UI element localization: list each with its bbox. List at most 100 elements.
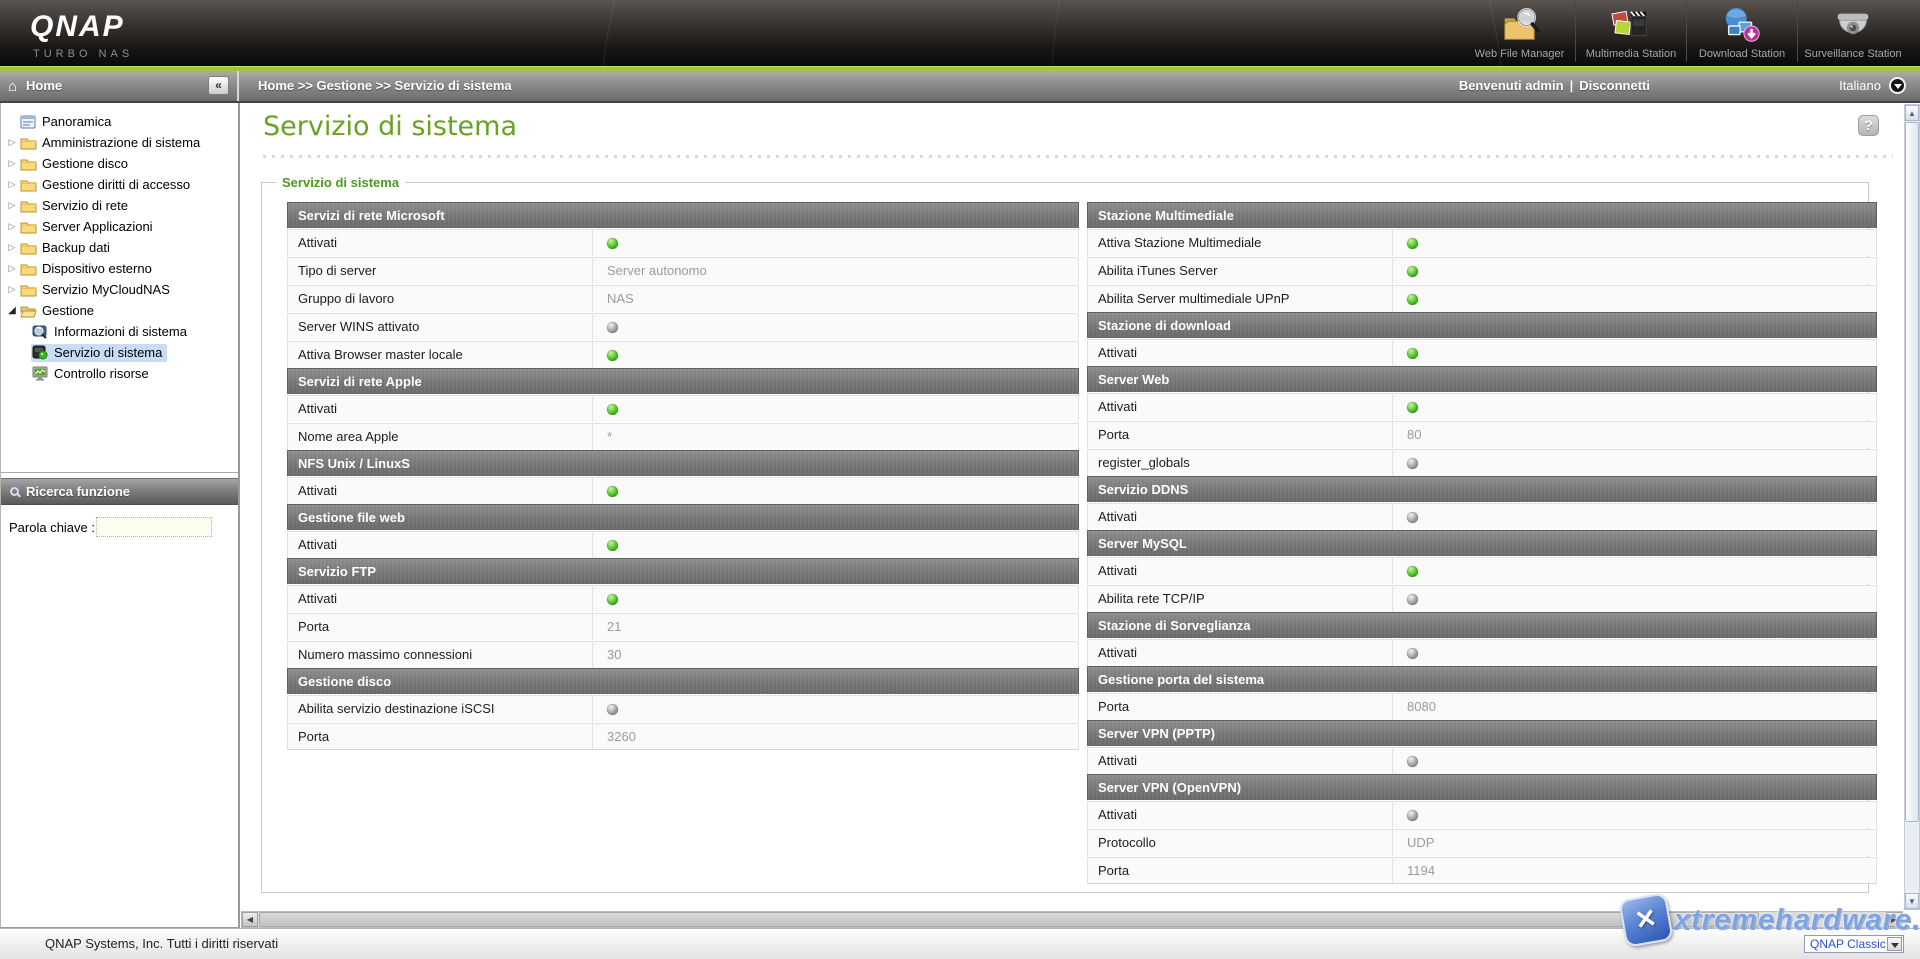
service-table-left: Servizi di rete Microsoft Attivati Tipo di… xyxy=(287,202,1079,750)
service-row: Abilita Server multimediale UPnP xyxy=(1087,285,1877,312)
vertical-scrollbar[interactable]: ▲ ▼ xyxy=(1904,104,1920,910)
sidebar-collapse-button[interactable]: « xyxy=(208,76,229,95)
station-download-station[interactable]: Download Station xyxy=(1686,0,1797,62)
service-row-value xyxy=(1393,450,1876,476)
sidebar-item-gestione-disco[interactable]: ▷Gestione disco xyxy=(1,153,238,174)
service-row: Attivati xyxy=(1087,747,1877,774)
service-row: Porta8080 xyxy=(1087,693,1877,720)
main-content: Servizio di sistema ? Servizio di sistem… xyxy=(241,103,1903,911)
horizontal-scrollbar[interactable]: ◀ ▶ xyxy=(241,911,1903,928)
service-row-value xyxy=(1393,558,1876,584)
language-selector[interactable]: Italiano xyxy=(1839,77,1906,94)
session-divider: | xyxy=(1570,78,1574,93)
station-label: Download Station xyxy=(1699,48,1785,60)
keyword-input[interactable] xyxy=(96,517,212,537)
sidebar-item-server-applicazioni[interactable]: ▷Server Applicazioni xyxy=(1,216,238,237)
dotted-separator xyxy=(263,155,1893,159)
sidebar-item-amministrazione-di-sistema[interactable]: ▷ Amministrazione di sistema xyxy=(1,132,238,153)
status-led-off-icon xyxy=(1407,594,1418,605)
service-row-value xyxy=(593,532,1078,558)
expand-icon[interactable]: ▷ xyxy=(5,179,19,190)
service-table-right: Stazione MultimedialeAttiva Stazione Mul… xyxy=(1087,202,1877,884)
service-row-label: Attiva Browser master locale xyxy=(288,342,593,368)
page-title: Servizio di sistema xyxy=(263,111,517,142)
expand-icon[interactable]: ▷ xyxy=(5,158,19,169)
tree-item-label: Informazioni di sistema xyxy=(54,324,187,339)
tree-item-label: Controllo risorse xyxy=(54,366,149,381)
sidebar-item-backup-dati[interactable]: ▷Backup dati xyxy=(1,237,238,258)
sidebar-item-informazioni-di-sistema[interactable]: Informazioni di sistema xyxy=(1,321,238,342)
sidebar-item-dispositivo-esterno[interactable]: ▷Dispositivo esterno xyxy=(1,258,238,279)
tree-label-wrap: Controllo risorse xyxy=(31,365,154,383)
station-multimedia-station[interactable]: Multimedia Station xyxy=(1575,0,1686,62)
folder-icon xyxy=(19,135,37,151)
scroll-up-icon[interactable]: ▲ xyxy=(1905,105,1919,121)
section-header-servizi-di-rete-microsoft: Servizi di rete Microsoft xyxy=(287,202,1079,228)
expand-icon[interactable]: ▷ xyxy=(5,221,19,232)
expand-icon[interactable]: ▷ xyxy=(5,263,19,274)
scroll-down-icon[interactable]: ▼ xyxy=(1905,893,1919,909)
scroll-left-icon[interactable]: ◀ xyxy=(242,912,258,927)
service-row-label: register_globals xyxy=(1088,450,1393,476)
sidebar-item-gestione-diritti-di-accesso[interactable]: ▷Gestione diritti di accesso xyxy=(1,174,238,195)
station-web-file-manager[interactable]: Web File Manager xyxy=(1464,0,1575,62)
status-led-on-icon xyxy=(1407,294,1418,305)
service-row: Porta21 xyxy=(287,613,1079,640)
service-row-label: Attivati xyxy=(1088,504,1393,530)
section-header-servizi-di-rete-apple: Servizi di rete Apple xyxy=(287,368,1079,394)
breadcrumb[interactable]: Home >> Gestione >> Servizio di sistema xyxy=(258,78,512,93)
scroll-right-icon[interactable]: ▶ xyxy=(1886,912,1902,927)
service-row-value xyxy=(1393,286,1876,312)
service-row: Attivati xyxy=(1087,639,1877,666)
horizontal-scrollbar-thumb[interactable] xyxy=(259,912,1759,927)
theme-dropdown-icon[interactable] xyxy=(1887,937,1902,951)
tree-label-wrap: Gestione disco xyxy=(19,155,133,173)
service-row: register_globals xyxy=(1087,449,1877,476)
sidebar-item-controllo-risorse[interactable]: Controllo risorse xyxy=(1,363,238,384)
service-row: Attiva Browser master locale xyxy=(287,341,1079,368)
status-led-on-icon xyxy=(1407,238,1418,249)
collapse-tree-icon[interactable]: ◢ xyxy=(5,305,19,316)
service-row-label: Server WINS attivato xyxy=(288,314,593,340)
tree-item-label: Servizio MyCloudNAS xyxy=(42,282,170,297)
service-row-label: Tipo di server xyxy=(288,258,593,284)
theme-selector[interactable]: QNAP Classic xyxy=(1804,935,1904,953)
vertical-scrollbar-thumb[interactable] xyxy=(1905,122,1919,822)
station-surveillance-station[interactable]: Surveillance Station xyxy=(1797,0,1908,62)
language-dropdown-icon[interactable] xyxy=(1889,77,1906,94)
tree-label-wrap: Gestione xyxy=(19,302,99,320)
sidebar-item-panoramica[interactable]: Panoramica xyxy=(1,111,238,132)
sidebar-item-servizio-di-sistema[interactable]: Servizio di sistema xyxy=(1,342,238,363)
service-row-value xyxy=(1393,340,1876,366)
status-led-on-icon xyxy=(607,350,618,361)
expand-icon[interactable]: ▷ xyxy=(5,200,19,211)
system-info-icon xyxy=(31,324,49,340)
sidebar-item-servizio-di-rete[interactable]: ▷Servizio di rete xyxy=(1,195,238,216)
service-row-value xyxy=(593,586,1078,612)
service-row-label: Protocollo xyxy=(1088,830,1393,856)
expand-icon[interactable]: ▷ xyxy=(5,242,19,253)
help-button[interactable]: ? xyxy=(1858,115,1879,136)
section-header-gestione-file-web: Gestione file web xyxy=(287,504,1079,530)
surveillance-station-icon xyxy=(1832,5,1874,47)
service-row-label: Porta xyxy=(1088,858,1393,883)
resource-monitor-icon xyxy=(31,366,49,382)
status-led-on-icon xyxy=(1407,402,1418,413)
web-file-manager-icon xyxy=(1499,5,1541,47)
expand-icon[interactable]: ▷ xyxy=(5,137,19,148)
download-station-icon xyxy=(1721,5,1763,47)
sidebar-item-gestione[interactable]: ◢Gestione xyxy=(1,300,238,321)
status-led-off-icon xyxy=(607,322,618,333)
tree-label-wrap: Servizio MyCloudNAS xyxy=(19,281,175,299)
service-row-value xyxy=(593,478,1078,504)
overview-icon xyxy=(19,114,37,130)
tree-item-label: Amministrazione di sistema xyxy=(42,135,200,150)
sidebar-header: ⌂ Home « xyxy=(0,71,239,101)
service-row: Attivati xyxy=(287,585,1079,612)
status-led-on-icon xyxy=(607,486,618,497)
sidebar-item-servizio-mycloudnas[interactable]: ▷ Servizio MyCloudNAS xyxy=(1,279,238,300)
expand-icon[interactable]: ▷ xyxy=(5,284,19,295)
section-header-gestione-porta-del-sistema: Gestione porta del sistema xyxy=(1087,666,1877,692)
logout-link[interactable]: Disconnetti xyxy=(1579,78,1650,93)
station-label: Multimedia Station xyxy=(1586,48,1677,60)
